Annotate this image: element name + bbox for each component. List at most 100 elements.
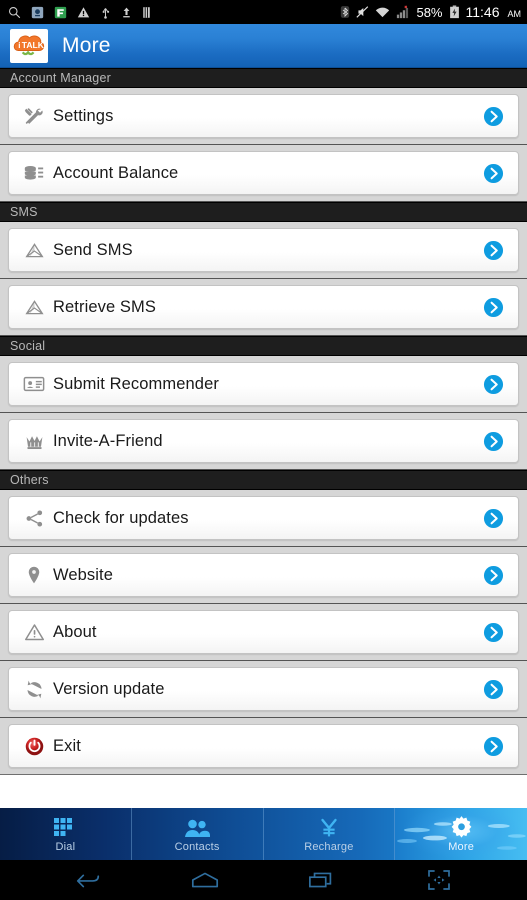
row-invite-a-friend[interactable]: Invite-A-Friend [8, 419, 519, 463]
list-item[interactable]: Invite-A-Friend [0, 413, 527, 470]
status-bar-right-icons: 58% 11:46 AM [340, 4, 521, 20]
svg-text:TALK: TALK [22, 39, 45, 49]
list-item-label: Website [53, 565, 114, 584]
list-item-label: Account Balance [53, 163, 179, 182]
share-icon [21, 508, 47, 529]
tab-label: Recharge [304, 840, 354, 853]
retrieve-sms-icon [21, 297, 47, 318]
yen-icon [319, 816, 339, 838]
list-item-label: Settings [53, 106, 114, 125]
chevron-right-circle-icon[interactable] [483, 431, 504, 452]
tools-icon [21, 105, 47, 127]
chevron-right-circle-icon[interactable] [483, 163, 504, 184]
contacts-icon [184, 816, 211, 838]
list-item-label: Retrieve SMS [53, 297, 156, 316]
page-title: More [62, 33, 111, 57]
list-item[interactable]: Account Balance [0, 145, 527, 202]
wifi-icon [375, 6, 390, 19]
italk-logo[interactable]: i TALK [10, 28, 48, 63]
chevron-right-circle-icon[interactable] [483, 106, 504, 127]
chevron-right-circle-icon[interactable] [483, 508, 504, 529]
chevron-right-circle-icon[interactable] [483, 374, 504, 395]
gear-icon [450, 815, 473, 838]
row-submit-recommender[interactable]: Submit Recommender [8, 362, 519, 406]
sim-icon [142, 6, 151, 19]
refresh-icon [21, 679, 47, 700]
id-card-icon [21, 373, 47, 395]
list-item[interactable]: Send SMS [0, 222, 527, 279]
chevron-right-circle-icon[interactable] [483, 679, 504, 700]
tab-contacts[interactable]: Contacts [132, 808, 264, 860]
section-header-social: Social [0, 336, 527, 356]
settings-list[interactable]: Account Manager Settings Account Balance SM… [0, 68, 527, 774]
list-item[interactable]: Exit [0, 718, 527, 774]
row-check-for-updates[interactable]: Check for updates [8, 496, 519, 540]
chevron-right-circle-icon[interactable] [483, 736, 504, 757]
svg-text:i: i [18, 40, 20, 49]
status-bar: 58% 11:46 AM [0, 0, 527, 24]
tab-label: Contacts [174, 840, 220, 853]
list-item[interactable]: Submit Recommender [0, 356, 527, 413]
bottom-tab-bar[interactable]: Dial Contacts Recharge More [0, 808, 527, 860]
usb-icon [100, 6, 111, 19]
list-item[interactable]: Check for updates [0, 490, 527, 547]
section-header-account-manager: Account Manager [0, 68, 527, 88]
battery-percent-label: 58% [416, 4, 443, 20]
screenshot-icon[interactable] [410, 863, 468, 897]
list-item[interactable]: Website [0, 547, 527, 604]
list-item-label: Submit Recommender [53, 374, 219, 393]
tab-more[interactable]: More [395, 808, 527, 860]
tab-label: Dial [55, 840, 76, 853]
chevron-right-circle-icon[interactable] [483, 297, 504, 318]
list-item-label: About [53, 622, 97, 641]
tab-dial[interactable]: Dial [0, 808, 132, 860]
row-account-balance[interactable]: Account Balance [8, 151, 519, 195]
send-sms-icon [21, 240, 47, 261]
status-bar-left-icons [8, 6, 151, 19]
phone-screen: 58% 11:46 AM i TALK More Account Manager… [0, 0, 527, 900]
list-item[interactable]: Retrieve SMS [0, 279, 527, 336]
crown-icon [21, 431, 47, 452]
home-icon[interactable] [176, 863, 234, 897]
section-header-sms: SMS [0, 202, 527, 222]
mute-icon [356, 5, 369, 19]
list-item-label: Version update [53, 679, 165, 698]
list-item-label: Check for updates [53, 508, 189, 527]
row-retrieve-sms[interactable]: Retrieve SMS [8, 285, 519, 329]
warning-triangle-icon [21, 622, 47, 643]
list-item-label: Exit [53, 736, 81, 755]
action-bar: i TALK More [0, 24, 527, 68]
back-icon[interactable] [59, 863, 117, 897]
app-update-icon [31, 6, 44, 19]
power-icon [21, 736, 47, 757]
coins-icon [21, 162, 47, 184]
map-pin-icon [21, 565, 47, 586]
tab-label: More [448, 840, 475, 853]
keypad-icon [54, 816, 76, 838]
list-bottom-gap [0, 774, 527, 808]
list-item-label: Send SMS [53, 240, 133, 259]
signal-icon [396, 5, 410, 19]
recents-icon[interactable] [293, 863, 351, 897]
list-item[interactable]: Version update [0, 661, 527, 718]
list-item[interactable]: About [0, 604, 527, 661]
system-navigation-bar[interactable] [0, 860, 527, 900]
chevron-right-circle-icon[interactable] [483, 565, 504, 586]
clock-label: 11:46 [465, 4, 500, 20]
row-about[interactable]: About [8, 610, 519, 654]
chevron-right-circle-icon[interactable] [483, 622, 504, 643]
section-header-others: Others [0, 470, 527, 490]
row-version-update[interactable]: Version update [8, 667, 519, 711]
app-green-icon [54, 6, 67, 19]
list-item-label: Invite-A-Friend [53, 431, 163, 450]
list-item[interactable]: Settings [0, 88, 527, 145]
tab-recharge[interactable]: Recharge [264, 808, 396, 860]
row-website[interactable]: Website [8, 553, 519, 597]
row-settings[interactable]: Settings [8, 94, 519, 138]
row-exit[interactable]: Exit [8, 724, 519, 768]
chevron-right-circle-icon[interactable] [483, 240, 504, 261]
battery-icon [449, 5, 460, 19]
clock-ampm-label: AM [507, 9, 522, 19]
bluetooth-icon [340, 5, 350, 19]
row-send-sms[interactable]: Send SMS [8, 228, 519, 272]
